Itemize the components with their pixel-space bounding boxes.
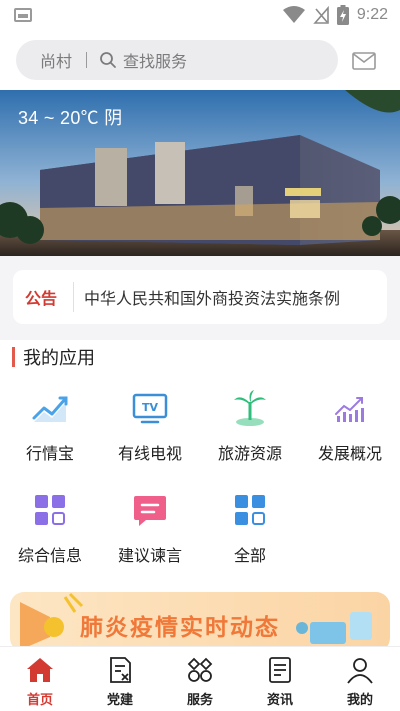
search-input[interactable]: 尚村 查找服务 [16, 40, 338, 80]
app-all[interactable]: 全部 [200, 490, 300, 580]
tab-label: 资讯 [266, 693, 293, 708]
search-icon [100, 52, 116, 68]
tab-home[interactable]: 首页 [0, 647, 80, 711]
banner-image[interactable]: 34 ~ 20℃ 阴 [0, 90, 400, 256]
clock: 9:22 [356, 6, 388, 23]
tab-label: 我的 [346, 693, 373, 708]
section-title: 我的应用 [12, 345, 95, 369]
market-chart-icon [32, 396, 68, 422]
tab-label: 服务 [186, 693, 213, 708]
home-icon [27, 658, 53, 682]
tab-label: 首页 [26, 693, 53, 708]
battery-charging-icon [336, 5, 349, 25]
wifi-icon [282, 6, 305, 23]
app-label: 发展概况 [317, 444, 382, 463]
covid-banner-title: 肺炎疫情实时动态 [80, 615, 280, 641]
tab-news[interactable]: 资讯 [240, 647, 320, 711]
tab-label: 党建 [106, 693, 133, 708]
profile-icon [347, 658, 373, 684]
search-header: 尚村 查找服务 [0, 30, 400, 90]
search-placeholder: 查找服务 [123, 52, 188, 71]
location-selector[interactable]: 尚村 [16, 48, 72, 72]
app-general-info[interactable]: 综合信息 [0, 490, 100, 580]
announcement-bar[interactable]: 公告 中华人民共和国外商投资法实施条例 [13, 270, 387, 324]
no-signal-icon [313, 6, 329, 24]
svg-text:TV: TV [142, 401, 159, 414]
app-label: 行情宝 [25, 444, 74, 463]
message-icon [134, 496, 166, 526]
announcement-text: 中华人民共和国外商投资法实施条例 [84, 289, 341, 308]
tab-profile[interactable]: 我的 [320, 647, 400, 711]
search-divider [86, 52, 88, 68]
news-icon [269, 657, 291, 683]
announcement-divider [73, 282, 74, 312]
weather-readout: 34 ~ 20℃ 阴 [18, 108, 123, 128]
app-label: 综合信息 [17, 546, 82, 565]
covid-banner[interactable]: 肺炎疫情实时动态 [10, 592, 390, 652]
app-label: 全部 [233, 546, 266, 565]
announcement-tag: 公告 [25, 289, 58, 308]
growth-chart-icon [335, 397, 364, 422]
app-label: 旅游资源 [217, 444, 282, 463]
tab-party[interactable]: 党建 [80, 647, 160, 711]
party-doc-icon [110, 657, 131, 683]
app-development[interactable]: 发展概况 [300, 388, 400, 478]
app-suggestions[interactable]: 建议谏言 [100, 490, 200, 580]
tab-service[interactable]: 服务 [160, 647, 240, 711]
app-cable-tv[interactable]: TV 有线电视 [100, 388, 200, 478]
app-market[interactable]: 行情宝 [0, 388, 100, 478]
app-label: 建议谏言 [117, 546, 182, 565]
status-bar: 9:22 [0, 0, 400, 30]
section-title-text: 我的应用 [23, 348, 95, 369]
all-apps-icon [235, 495, 265, 525]
service-icon [187, 657, 213, 682]
tv-icon: TV [132, 393, 168, 424]
palm-tree-icon [234, 390, 266, 426]
image-notification-icon [14, 8, 32, 22]
grid-info-icon [35, 495, 65, 525]
app-label: 有线电视 [117, 444, 182, 463]
app-tourism[interactable]: 旅游资源 [200, 388, 300, 478]
section-title-marker [12, 347, 15, 367]
bottom-tab-bar: 首页 党建 服务 资讯 我的 [0, 646, 400, 711]
mail-icon[interactable] [352, 52, 376, 70]
